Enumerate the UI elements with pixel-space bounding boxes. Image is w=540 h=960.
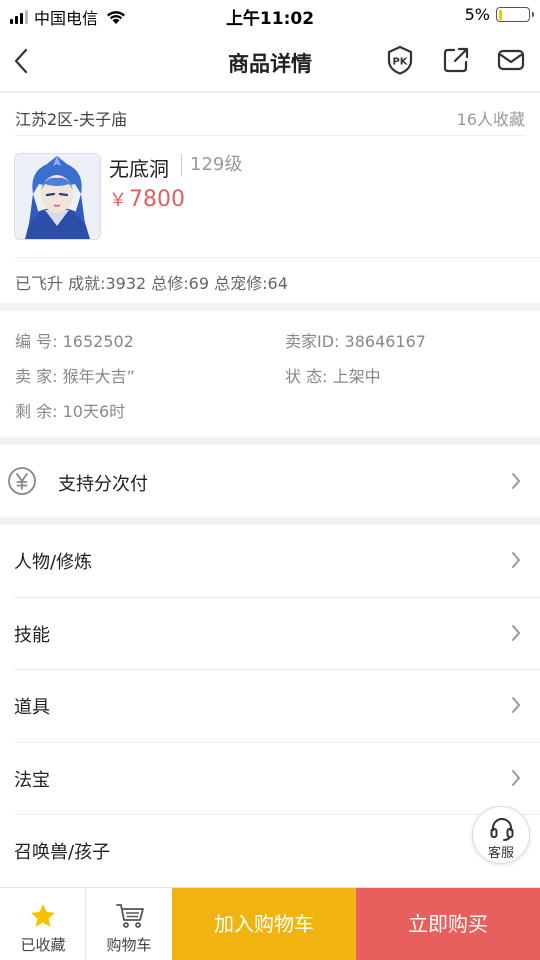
info-seller-id-value: 38646167 <box>344 332 426 351</box>
info-seller-id-label: 卖家ID: <box>285 332 340 351</box>
chevron-right-icon <box>512 552 520 568</box>
bottom-action-bar: 已收藏 购物车 加入购物车 立即购买 <box>0 887 540 960</box>
chevron-right-icon <box>512 473 520 489</box>
character-avatar[interactable] <box>14 153 101 240</box>
status-bar: 中国电信 上午11:02 5% <box>0 0 540 30</box>
menu-item-treasures[interactable]: 法宝 <box>14 743 540 815</box>
info-status: 状 态: 上架中 <box>285 363 381 387</box>
menu-item-label: 技能 <box>14 624 50 646</box>
menu-item-label: 召唤兽/孩子 <box>14 842 111 863</box>
product-summary: 江苏2区-夫子庙 16人收藏 无底洞 129级 ￥7800 已飞升 成就:393… <box>0 93 540 303</box>
price: ￥7800 <box>109 186 185 212</box>
info-status-label: 状 态: <box>285 367 328 386</box>
attributes-row: 已飞升 成就:3932 总修:69 总宠修:64 <box>15 257 540 303</box>
favorite-button[interactable]: 已收藏 <box>0 888 86 960</box>
chevron-right-icon <box>512 769 520 786</box>
price-value: 7800 <box>129 187 185 212</box>
chevron-right-icon <box>512 697 520 713</box>
info-id-value: 1652502 <box>62 332 134 351</box>
buy-now-button[interactable]: 立即购买 <box>356 888 540 960</box>
menu-item-skills[interactable]: 技能 <box>14 598 540 670</box>
headset-icon <box>490 818 514 841</box>
character-portrait-image <box>15 154 100 239</box>
listing-info: 编 号: 1652502 卖家ID: 38646167 卖 家: 猴年大吉” 状… <box>0 311 540 437</box>
menu-item-pets[interactable]: 召唤兽/孩子 <box>14 815 540 888</box>
yen-circle-icon <box>8 467 36 495</box>
battery-icon <box>496 7 534 22</box>
info-remaining-label: 剩 余: <box>15 402 58 421</box>
favorite-label: 已收藏 <box>20 936 66 954</box>
menu-item-label: 道具 <box>14 697 50 718</box>
menu-item-label: 法宝 <box>14 769 50 791</box>
battery-percent: 5% <box>464 5 490 24</box>
info-seller-id: 卖家ID: 38646167 <box>285 328 426 352</box>
shopping-cart-icon <box>116 904 144 928</box>
customer-service-button[interactable]: 客服 <box>472 806 530 864</box>
info-remaining: 剩 余: 10天6时 <box>15 398 125 422</box>
info-seller-value: 猴年大吉” <box>62 367 135 386</box>
status-right: 5% <box>464 5 534 24</box>
info-seller-label: 卖 家: <box>15 367 58 386</box>
character-name: 无底洞 <box>109 157 169 181</box>
attributes-text: 已飞升 成就:3932 总修:69 总宠修:64 <box>15 274 288 293</box>
detail-menu: 人物/修炼 技能 道具 法宝 召唤兽/孩子 <box>0 525 540 887</box>
menu-item-label: 人物/修炼 <box>14 552 93 573</box>
info-id: 编 号: 1652502 <box>15 328 134 352</box>
favorite-count: 16人收藏 <box>456 110 525 129</box>
installment-row[interactable]: 支持分次付 <box>0 445 540 517</box>
info-id-label: 编 号: <box>15 332 58 351</box>
nav-bar: 商品详情 PK <box>0 30 540 92</box>
installment-label: 支持分次付 <box>58 474 148 495</box>
info-remaining-value: 10天6时 <box>62 402 126 421</box>
menu-item-character[interactable]: 人物/修炼 <box>14 525 540 598</box>
star-icon <box>31 904 55 927</box>
info-seller: 卖 家: 猴年大吉” <box>15 363 135 387</box>
chevron-right-icon <box>512 624 520 641</box>
svg-text:PK: PK <box>392 57 408 68</box>
character-level: 129级 <box>181 154 242 176</box>
pk-badge-icon[interactable]: PK <box>385 45 415 75</box>
mail-icon[interactable] <box>496 45 526 75</box>
add-to-cart-button[interactable]: 加入购物车 <box>172 888 356 960</box>
cart-label: 购物车 <box>106 936 152 954</box>
status-time: 上午11:02 <box>225 9 315 29</box>
server-row: 江苏2区-夫子庙 16人收藏 <box>15 93 525 136</box>
menu-item-items[interactable]: 道具 <box>14 670 540 743</box>
share-icon[interactable] <box>441 45 471 75</box>
customer-service-label: 客服 <box>487 846 514 861</box>
currency-symbol: ￥ <box>109 190 127 211</box>
cart-button[interactable]: 购物车 <box>86 888 172 960</box>
server-name: 江苏2区-夫子庙 <box>15 110 127 129</box>
info-status-value: 上架中 <box>332 367 381 386</box>
